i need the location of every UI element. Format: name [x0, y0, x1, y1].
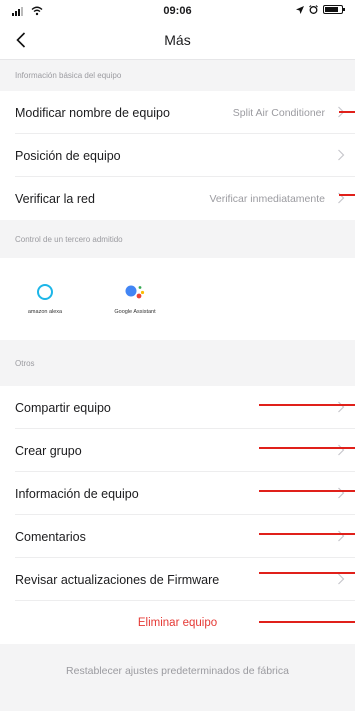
delete-device-button[interactable]: Eliminar equipo: [0, 601, 355, 644]
row-label: Información de equipo: [15, 486, 139, 501]
annotation-line: [339, 111, 355, 113]
navigation-bar: Más: [0, 22, 355, 60]
row-device-position[interactable]: Posición de equipo: [0, 134, 355, 177]
third-party-panel: amazon alexa Google Assistant: [0, 258, 355, 340]
row-label: Modificar nombre de equipo: [15, 105, 170, 120]
row-verify-network[interactable]: Verificar la red Verificar inmediatament…: [0, 177, 355, 220]
row-value: Split Air Conditioner: [232, 106, 325, 119]
annotation-line: [259, 490, 355, 492]
alexa-label: amazon alexa: [27, 309, 63, 315]
alexa-icon: [37, 284, 53, 300]
google-assistant-item[interactable]: Google Assistant: [100, 284, 170, 315]
row-check-firmware-updates[interactable]: Revisar actualizaciones de Firmware: [0, 558, 355, 601]
alexa-item[interactable]: amazon alexa: [10, 284, 80, 315]
spacer: [0, 644, 355, 651]
row-label: Verificar la red: [15, 191, 95, 206]
row-label: Compartir equipo: [15, 400, 111, 415]
row-create-group[interactable]: Crear grupo: [0, 429, 355, 472]
annotation-line: [259, 572, 355, 574]
row-comments[interactable]: Comentarios: [0, 515, 355, 558]
status-bar: 09:06: [0, 0, 355, 22]
row-label: Crear grupo: [15, 443, 82, 458]
row-label: Comentarios: [15, 529, 86, 544]
row-label: Revisar actualizaciones de Firmware: [15, 572, 220, 587]
battery-icon: [323, 5, 345, 14]
chevron-right-icon: [338, 573, 345, 585]
annotation-line: [259, 447, 355, 449]
row-value: Verificar inmediatamente: [209, 192, 325, 205]
annotation-line: [259, 533, 355, 535]
chevron-right-icon: [338, 444, 345, 456]
chevron-right-icon: [338, 487, 345, 499]
reset-factory-defaults-button[interactable]: Restablecer ajustes predeterminados de f…: [0, 651, 355, 691]
row-modify-device-name[interactable]: Modificar nombre de equipo Split Air Con…: [0, 91, 355, 134]
google-assistant-label: Google Assistant: [114, 309, 156, 315]
row-label: Posición de equipo: [15, 148, 121, 163]
location-arrow-icon: [296, 5, 304, 14]
section-header-third-party: Control de un tercero admitido: [0, 220, 355, 258]
annotation-line: [339, 194, 355, 196]
chevron-right-icon: [338, 149, 345, 161]
section-header-basic: Información básica del equipo: [0, 60, 355, 91]
delete-device-label: Eliminar equipo: [137, 616, 218, 629]
page-title: Más: [164, 32, 191, 48]
section-header-others: Otros: [0, 340, 355, 386]
chevron-right-icon: [338, 530, 345, 542]
row-device-info[interactable]: Información de equipo: [0, 472, 355, 515]
reset-factory-defaults-label: Restablecer ajustes predeterminados de f…: [66, 665, 289, 677]
google-assistant-icon: [125, 285, 145, 299]
annotation-line: [259, 404, 355, 406]
status-right: [296, 5, 345, 14]
row-share-device[interactable]: Compartir equipo: [0, 386, 355, 429]
alarm-icon: [309, 5, 318, 14]
chevron-right-icon: [338, 401, 345, 413]
annotation-line: [259, 621, 355, 623]
